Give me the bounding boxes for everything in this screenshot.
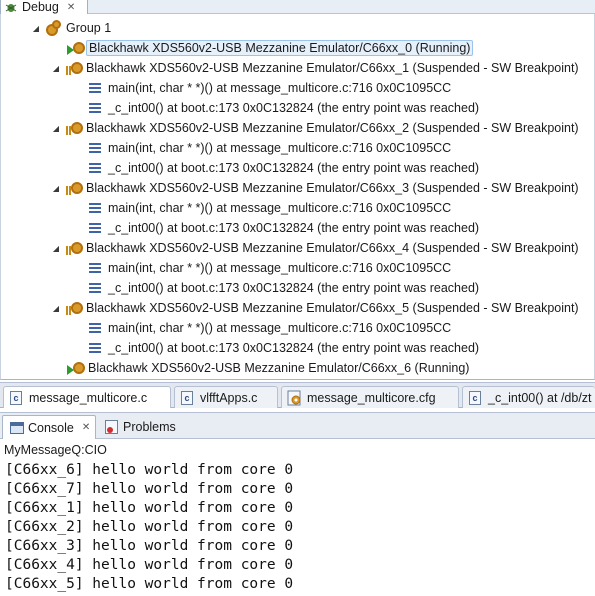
running-core-icon [67, 360, 85, 376]
stack-frame-icon [87, 100, 103, 116]
stack-frame-icon [87, 140, 103, 156]
tree-item-stack-frame[interactable]: _c_int00() at boot.c:173 0x0C132824 (the… [83, 338, 481, 358]
frame-label: main(int, char * *)() at message_multico… [108, 141, 452, 155]
console-line: [C66xx_6] hello world from core 0 [5, 462, 294, 478]
tree-item-stack-frame[interactable]: _c_int00() at boot.c:173 0x0C132824 (the… [83, 158, 481, 178]
stack-frame-icon [87, 280, 103, 296]
close-icon[interactable]: ✕ [82, 422, 90, 433]
tree-item-core-suspended[interactable]: ◢ Blackhawk XDS560v2-USB Mezzanine Emula… [51, 58, 581, 78]
console-tab-bar: Console ✕ Problems [0, 412, 595, 439]
tree-item-stack-frame[interactable]: main(int, char * *)() at message_multico… [83, 138, 453, 158]
tree-item-stack-frame[interactable]: main(int, char * *)() at message_multico… [83, 258, 453, 278]
tree-item-core-suspended[interactable]: ◢ Blackhawk XDS560v2-USB Mezzanine Emula… [51, 178, 581, 198]
console-icon [9, 420, 25, 436]
collapse-arrow-icon[interactable]: ◢ [51, 244, 61, 253]
stack-frame-icon [87, 220, 103, 236]
c-file-icon: c [9, 390, 25, 406]
frame-label: main(int, char * *)() at message_multico… [108, 201, 452, 215]
stack-frame-icon [87, 320, 103, 336]
tree-item-stack-frame[interactable]: main(int, char * *)() at message_multico… [83, 318, 453, 338]
frame-label: _c_int00() at boot.c:173 0x0C132824 (the… [108, 221, 480, 235]
suspended-core-icon [65, 240, 83, 256]
bug-icon [5, 1, 17, 13]
frame-label: main(int, char * *)() at message_multico… [108, 261, 452, 275]
tree-item-stack-frame[interactable]: _c_int00() at boot.c:173 0x0C132824 (the… [83, 98, 481, 118]
frame-label: _c_int00() at boot.c:173 0x0C132824 (the… [108, 161, 480, 175]
tree-item-core-suspended[interactable]: ◢ Blackhawk XDS560v2-USB Mezzanine Emula… [51, 298, 581, 318]
tab-debug-label: Debug [22, 0, 59, 14]
suspended-core-icon [65, 300, 83, 316]
tree-item-core-suspended[interactable]: ◢ Blackhawk XDS560v2-USB Mezzanine Emula… [51, 238, 581, 258]
editor-tab-bar: c message_multicore.c c vlfftApps.c mess… [0, 382, 595, 408]
frame-label: main(int, char * *)() at message_multico… [108, 321, 452, 335]
tree-item-stack-frame[interactable]: _c_int00() at boot.c:173 0x0C132824 (the… [83, 278, 481, 298]
tab-debug[interactable]: Debug ✕ [0, 0, 88, 14]
running-core-icon [67, 40, 85, 56]
console-title: MyMessageQ:CIO [4, 443, 107, 457]
c-file-icon: c [180, 390, 196, 406]
suspended-core-icon [65, 60, 83, 76]
core-label: Blackhawk XDS560v2-USB Mezzanine Emulato… [86, 121, 579, 135]
collapse-arrow-icon[interactable]: ◢ [51, 184, 61, 193]
stack-frame-icon [87, 340, 103, 356]
stack-frame-icon [87, 160, 103, 176]
collapse-arrow-icon[interactable]: ◢ [31, 24, 41, 33]
tree-item-core-suspended[interactable]: ◢ Blackhawk XDS560v2-USB Mezzanine Emula… [51, 118, 581, 138]
tree-item-core-running[interactable]: Blackhawk XDS560v2-USB Mezzanine Emulato… [63, 358, 471, 378]
editor-tab-message-multicore-cfg[interactable]: message_multicore.cfg [281, 386, 459, 408]
tree-item-core-running[interactable]: Blackhawk XDS560v2-USB Mezzanine Emulato… [63, 38, 474, 58]
frame-label: _c_int00() at boot.c:173 0x0C132824 (the… [108, 341, 480, 355]
editor-tab-label: vlfftApps.c [200, 390, 258, 405]
console-output[interactable]: [C66xx_6] hello world from core 0 [C66xx… [0, 460, 595, 596]
close-icon[interactable]: ✕ [67, 2, 75, 13]
core-label: Blackhawk XDS560v2-USB Mezzanine Emulato… [86, 61, 579, 75]
core-label: Blackhawk XDS560v2-USB Mezzanine Emulato… [86, 241, 579, 255]
cfg-file-icon [287, 390, 303, 406]
tree-group[interactable]: ◢ Group 1 [31, 18, 113, 38]
frame-label: _c_int00() at boot.c:173 0x0C132824 (the… [108, 101, 480, 115]
debug-tree[interactable]: ◢ Group 1 Blackhawk XDS560v2-USB Mezzani… [0, 14, 595, 380]
problems-icon [104, 419, 120, 435]
tab-console-label: Console [28, 420, 74, 435]
collapse-arrow-icon[interactable]: ◢ [51, 304, 61, 313]
collapse-arrow-icon[interactable]: ◢ [51, 124, 61, 133]
tab-problems-label: Problems [123, 420, 176, 434]
stack-frame-icon [87, 80, 103, 96]
frame-label: main(int, char * *)() at message_multico… [108, 81, 452, 95]
editor-tab-label: message_multicore.cfg [307, 390, 436, 405]
tree-item-stack-frame[interactable]: main(int, char * *)() at message_multico… [83, 78, 453, 98]
stack-frame-icon [87, 260, 103, 276]
c-file-icon: c [468, 390, 484, 406]
console-line: [C66xx_2] hello world from core 0 [5, 519, 294, 535]
core-label: Blackhawk XDS560v2-USB Mezzanine Emulato… [86, 181, 579, 195]
editor-tab-c-int00[interactable]: c _c_int00() at /db/zt [462, 386, 595, 408]
editor-tab-vlfftapps-c[interactable]: c vlfftApps.c [174, 386, 278, 408]
stack-frame-icon [87, 200, 103, 216]
tab-console[interactable]: Console ✕ [2, 415, 96, 439]
editor-tab-message-multicore-c[interactable]: c message_multicore.c [3, 386, 171, 408]
group-icon [45, 20, 61, 36]
core-label: Blackhawk XDS560v2-USB Mezzanine Emulato… [88, 361, 470, 375]
core-label: Blackhawk XDS560v2-USB Mezzanine Emulato… [86, 301, 579, 315]
core-label: Blackhawk XDS560v2-USB Mezzanine Emulato… [86, 40, 474, 56]
console-line: [C66xx_3] hello world from core 0 [5, 538, 294, 554]
tree-item-stack-frame[interactable]: _c_int00() at boot.c:173 0x0C132824 (the… [83, 218, 481, 238]
console-line: [C66xx_5] hello world from core 0 [5, 576, 294, 592]
debug-tab-bar: Debug ✕ [0, 0, 595, 14]
suspended-core-icon [65, 120, 83, 136]
editor-tab-label: message_multicore.c [29, 390, 148, 405]
tab-problems[interactable]: Problems [98, 415, 182, 439]
group-label: Group 1 [66, 21, 112, 35]
console-line: [C66xx_1] hello world from core 0 [5, 500, 294, 516]
tree-item-stack-frame[interactable]: main(int, char * *)() at message_multico… [83, 198, 453, 218]
collapse-arrow-icon[interactable]: ◢ [51, 64, 61, 73]
suspended-core-icon [65, 180, 83, 196]
console-line: [C66xx_7] hello world from core 0 [5, 481, 294, 497]
frame-label: _c_int00() at boot.c:173 0x0C132824 (the… [108, 281, 480, 295]
editor-tab-label: _c_int00() at /db/zt [488, 390, 592, 405]
console-line: [C66xx_4] hello world from core 0 [5, 557, 294, 573]
